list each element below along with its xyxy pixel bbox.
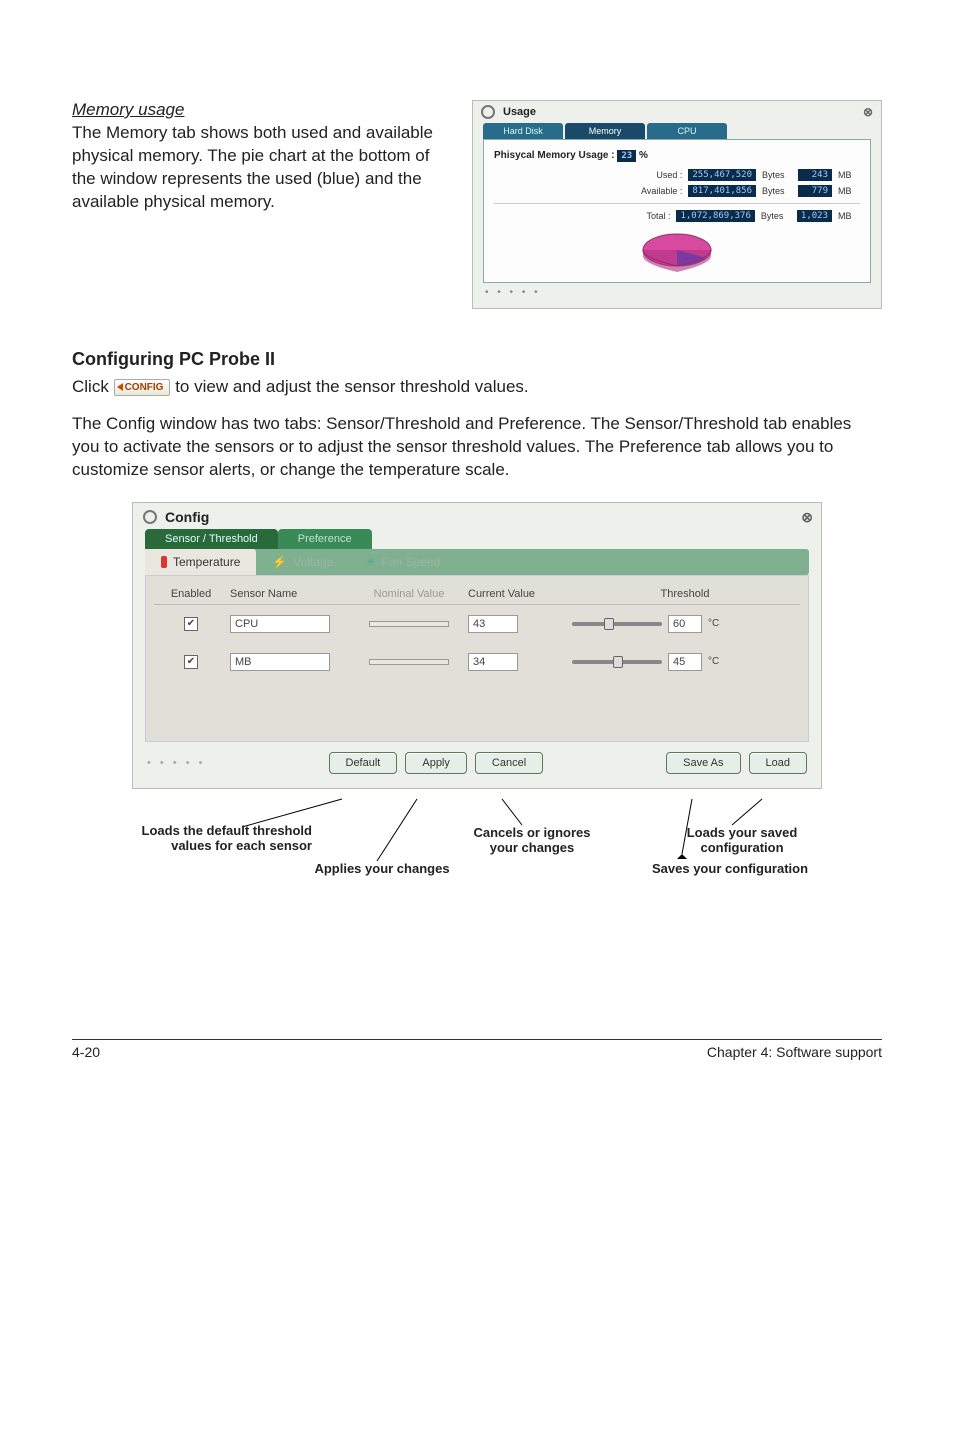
callout-applies: Applies your changes	[312, 861, 452, 877]
fan-icon: ✳	[365, 555, 375, 569]
resize-grip[interactable]: • • • • •	[473, 283, 881, 302]
tab-preference[interactable]: Preference	[278, 529, 372, 549]
nominal-field	[369, 621, 449, 627]
tab-voltage[interactable]: ⚡ Voltage	[256, 549, 349, 575]
config-line1a: Click	[72, 377, 114, 396]
tab-fanspeed-label: Fan Speed	[381, 555, 440, 569]
usage-window: Usage ⊗ Hard Disk Memory CPU Phisycal Me…	[472, 100, 882, 309]
callout-saves: Saves your configuration	[652, 861, 812, 877]
gear-icon	[481, 105, 495, 119]
avail-bytes: 817,401,856	[688, 185, 756, 197]
close-icon[interactable]: ⊗	[801, 509, 813, 526]
default-button[interactable]: Default	[329, 752, 398, 774]
config-para2: The Config window has two tabs: Sensor/T…	[72, 413, 882, 482]
memory-usage-text: The Memory tab shows both used and avail…	[72, 122, 454, 214]
callout-loads-default: Loads the default threshold values for e…	[122, 823, 312, 854]
config-line1b: to view and adjust the sensor threshold …	[175, 377, 528, 396]
load-button[interactable]: Load	[749, 752, 807, 774]
total-mb: 1,023	[797, 210, 832, 222]
tab-voltage-label: Voltage	[293, 555, 333, 569]
config-button-icon[interactable]: CONFIG	[114, 379, 171, 397]
close-icon[interactable]: ⊗	[863, 105, 873, 119]
usage-pct-unit: %	[639, 150, 648, 161]
threshold-slider[interactable]	[572, 622, 662, 626]
gear-icon	[143, 510, 157, 524]
usage-pct: 23	[617, 150, 636, 162]
avail-mb: 779	[798, 185, 832, 197]
total-bytes-unit: Bytes	[761, 211, 791, 221]
tab-temperature[interactable]: Temperature	[145, 549, 256, 575]
enable-checkbox[interactable]: ✔	[184, 655, 198, 669]
memory-usage-title: Memory usage	[72, 100, 454, 120]
current-field: 34	[468, 653, 518, 671]
config-heading: Configuring PC Probe II	[72, 349, 882, 370]
memory-pie-chart	[494, 228, 860, 276]
callout-loads-saved: Loads your saved configuration	[652, 825, 832, 856]
unit-label: °C	[708, 656, 719, 667]
current-field: 43	[468, 615, 518, 633]
tab-sensor-threshold[interactable]: Sensor / Threshold	[145, 529, 278, 549]
tab-harddisk[interactable]: Hard Disk	[483, 123, 563, 139]
col-sensorname: Sensor Name	[230, 588, 350, 600]
label-avail: Available :	[632, 186, 682, 196]
label-used: Used :	[632, 170, 682, 180]
total-bytes: 1,072,869,376	[676, 210, 754, 222]
tab-fanspeed[interactable]: ✳ Fan Speed	[349, 549, 456, 575]
saveas-button[interactable]: Save As	[666, 752, 740, 774]
nominal-field	[369, 659, 449, 665]
col-current: Current Value	[468, 588, 568, 600]
threshold-slider[interactable]	[572, 660, 662, 664]
sensor-row: ✔ CPU 43 60 °C	[154, 605, 800, 643]
sensor-row: ✔ MB 34 45 °C	[154, 643, 800, 681]
col-nominal: Nominal Value	[354, 588, 464, 600]
avail-bytes-unit: Bytes	[762, 186, 792, 196]
sensor-name-field[interactable]: CPU	[230, 615, 330, 633]
thermometer-icon	[161, 556, 167, 568]
usage-window-title: Usage	[503, 106, 536, 118]
avail-mb-unit: MB	[838, 186, 860, 196]
used-bytes: 255,467,520	[688, 169, 756, 181]
resize-grip[interactable]: • • • • •	[147, 757, 205, 769]
tab-memory[interactable]: Memory	[565, 123, 645, 139]
col-threshold: Threshold	[572, 588, 798, 600]
cancel-button[interactable]: Cancel	[475, 752, 543, 774]
chapter-label: Chapter 4: Software support	[707, 1044, 882, 1060]
bolt-icon: ⚡	[272, 555, 287, 569]
used-bytes-unit: Bytes	[762, 170, 792, 180]
threshold-field[interactable]: 60	[668, 615, 702, 633]
tab-temperature-label: Temperature	[173, 555, 240, 569]
unit-label: °C	[708, 618, 719, 629]
callout-cancels: Cancels or ignores your changes	[467, 825, 597, 856]
used-mb: 243	[798, 169, 832, 181]
config-window: Config ⊗ Sensor / Threshold Preference T…	[132, 502, 822, 789]
apply-button[interactable]: Apply	[405, 752, 467, 774]
tab-cpu[interactable]: CPU	[647, 123, 727, 139]
page-number: 4-20	[72, 1044, 100, 1060]
sensor-name-field[interactable]: MB	[230, 653, 330, 671]
total-mb-unit: MB	[838, 211, 860, 221]
used-mb-unit: MB	[838, 170, 860, 180]
config-window-title: Config	[165, 509, 209, 525]
col-enabled: Enabled	[156, 588, 226, 600]
enable-checkbox[interactable]: ✔	[184, 617, 198, 631]
label-total: Total :	[620, 211, 670, 221]
threshold-field[interactable]: 45	[668, 653, 702, 671]
usage-heading: Phisycal Memory Usage :	[494, 150, 615, 161]
